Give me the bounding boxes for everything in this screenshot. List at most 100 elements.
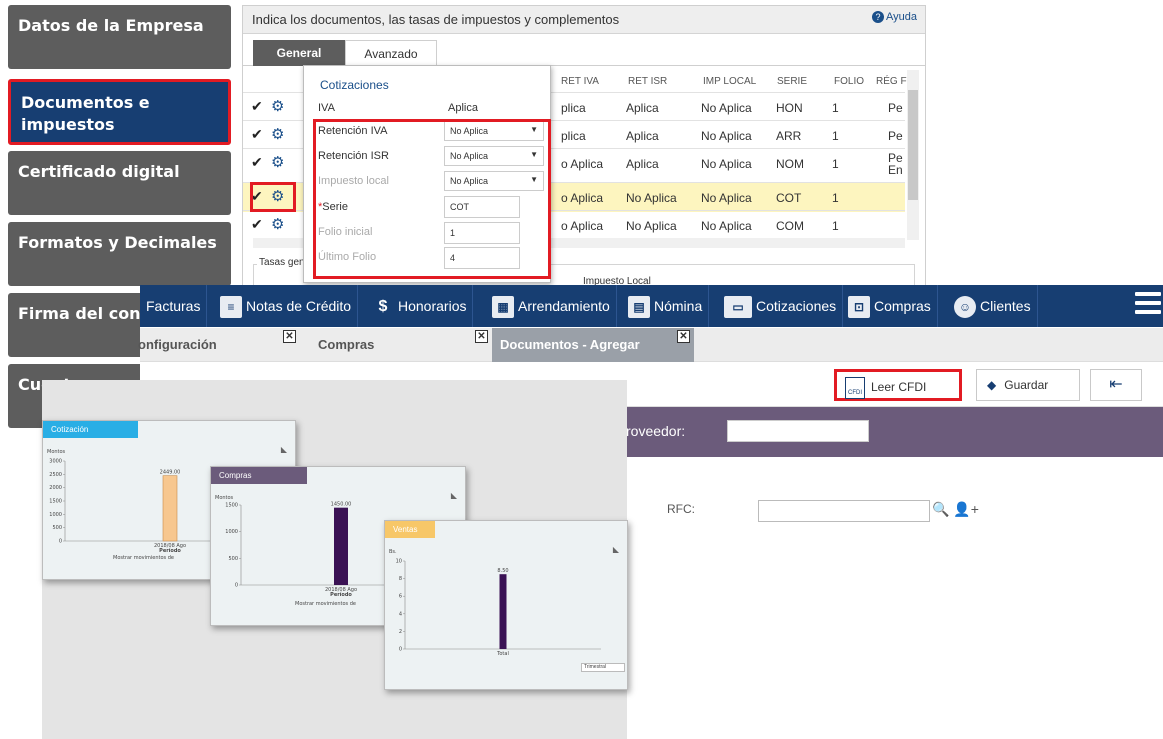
cell-imp-local: No Aplica [701,101,752,115]
x-tick-label: Total [496,651,509,657]
gear-icon[interactable]: ⚙ [271,153,284,171]
hamburger-menu-icon[interactable] [1135,292,1161,316]
close-icon[interactable]: ✕ [677,330,690,343]
nav-label: Notas de Crédito [246,298,352,314]
cell-serie: ARR [776,129,802,143]
panel-tabs: General Avanzado [243,34,925,66]
cell-serie: COT [776,191,802,205]
cell-ret-isr: Aplica [626,157,659,171]
proveedor-band: roveedor: [626,407,1163,457]
building-icon: ▦ [492,296,514,319]
col-reg: RÉG F [876,76,907,87]
gear-icon[interactable]: ⚙ [271,97,284,115]
tab-general[interactable]: General [253,40,345,66]
cell-imp-local: No Aplica [701,129,752,143]
rfc-actions: 🔍 👤+ [932,501,979,518]
tab-compras[interactable]: Compras ✕ [310,328,492,362]
cell-ret-isr: No Aplica [626,191,677,205]
x-axis-label: Período [330,591,352,598]
gear-icon[interactable]: ⚙ [271,125,284,143]
nav-label: Clientes [980,298,1031,314]
sidebar-item-documentos-impuestos[interactable]: Documentos e impuestos [8,79,231,145]
close-icon[interactable]: ✕ [475,330,488,343]
y-tick-label: 8 [399,576,402,582]
gear-icon[interactable]: ⚙ [271,215,284,233]
close-icon[interactable]: ✕ [283,330,296,343]
cfdi-cart-icon: CFDI [845,376,865,399]
button-label: Leer CFDI [871,380,927,394]
panel-header: Indica los documentos, las tasas de impu… [243,6,925,34]
data-label: 1450.00 [331,502,352,508]
nav-label: Nómina [654,298,703,314]
sidebar-item-datos-empresa[interactable]: Datos de la Empresa [8,5,231,69]
save-icon: ◆ [987,378,997,392]
exit-icon: ⇤ [1109,376,1123,393]
y-tick-label: 2 [399,629,402,635]
nav-notas-credito[interactable]: ≡ Notas de Crédito [220,285,359,327]
leer-cfdi-button[interactable]: CFDI Leer CFDI [834,369,962,401]
nav-clientes[interactable]: ☺ Clientes [954,285,1038,327]
col-ret-isr: RET ISR [628,76,668,87]
tab-label: onfiguración [138,337,217,352]
help-link[interactable]: ? Ayuda [872,11,917,23]
cell-reg: Pe [888,129,903,143]
sidebar-item-label: Certificado digital [18,162,180,181]
search-icon[interactable]: 🔍 [932,501,949,517]
document-icon: ≡ [220,296,242,319]
add-user-icon[interactable]: 👤+ [953,501,979,517]
nav-label: Arrendamiento [518,298,610,314]
y-tick-label: 3000 [49,459,62,465]
nav-facturas[interactable]: Facturas [146,285,208,327]
dollar-hand-icon: $ [378,298,388,316]
scrollbar-thumb[interactable] [908,90,918,200]
nav-compras[interactable]: ⊡ Compras [848,285,938,327]
y-tick-label: 1000 [49,512,62,518]
nav-arrendamiento[interactable]: ▦ Arrendamiento [492,285,617,327]
col-ret-iva: RET IVA [561,76,599,87]
cell-ret-iva: plica [561,101,586,115]
cell-serie: COM [776,219,804,233]
guardar-button[interactable]: ◆ Guardar [976,369,1080,401]
data-label: 2449.00 [160,470,181,476]
period-select[interactable]: Trimestral [581,663,625,672]
cell-imp-local: No Aplica [701,219,752,233]
checkmark-icon[interactable]: ✔ [251,98,263,115]
cell-ret-iva: o Aplica [561,157,604,171]
col-serie: SERIE [777,76,808,87]
nav-honorarios[interactable]: $ Honorarios [372,285,474,327]
cell-folio: 1 [832,129,839,143]
checkmark-icon[interactable]: ✔ [251,154,263,171]
nav-cotizaciones[interactable]: ▭ Cotizaciones [724,285,844,327]
tab-configuracion[interactable]: onfiguración ✕ [130,328,300,362]
y-axis-label: Montos [215,495,234,501]
sidebar-item-certificado-digital[interactable]: Certificado digital [8,151,231,215]
highlight-box [250,182,296,212]
nav-label: Facturas [146,298,201,314]
cell-ret-iva: o Aplica [561,191,604,205]
proveedor-input[interactable] [727,420,869,442]
sidebar-item-formatos-decimales[interactable]: Formatos y Decimales [8,222,231,286]
nav-nomina[interactable]: ▤ Nómina [628,285,710,327]
select-value: Trimestral [584,664,607,670]
cell-ret-iva: plica [561,129,586,143]
checkmark-icon[interactable]: ✔ [251,126,263,143]
dashboard-charts: Cotización ◣ 0 500 1000 1500 2000 2500 3000 244… [42,380,628,739]
y-tick-label: 10 [396,559,402,565]
exit-button[interactable]: ⇤ [1090,369,1142,401]
cell-folio: 1 [832,157,839,171]
y-tick-label: 0 [59,539,62,545]
highlight-box [313,119,551,279]
help-icon: ? [872,11,884,23]
vertical-scrollbar[interactable] [907,70,919,240]
y-tick-label: 500 [228,556,238,562]
tab-avanzado[interactable]: Avanzado [345,40,437,66]
popup-title: Cotizaciones [320,78,389,92]
tab-documentos-agregar[interactable]: Documentos - Agregar ✕ [492,328,694,362]
cell-folio: 1 [832,191,839,205]
y-tick-label: 1500 [49,499,62,505]
sidebar-item-label: Datos de la Empresa [18,16,204,35]
y-tick-label: 0 [235,583,238,589]
checkmark-icon[interactable]: ✔ [251,216,263,233]
tab-label: Documentos - Agregar [500,337,640,352]
rfc-input[interactable] [758,500,930,522]
